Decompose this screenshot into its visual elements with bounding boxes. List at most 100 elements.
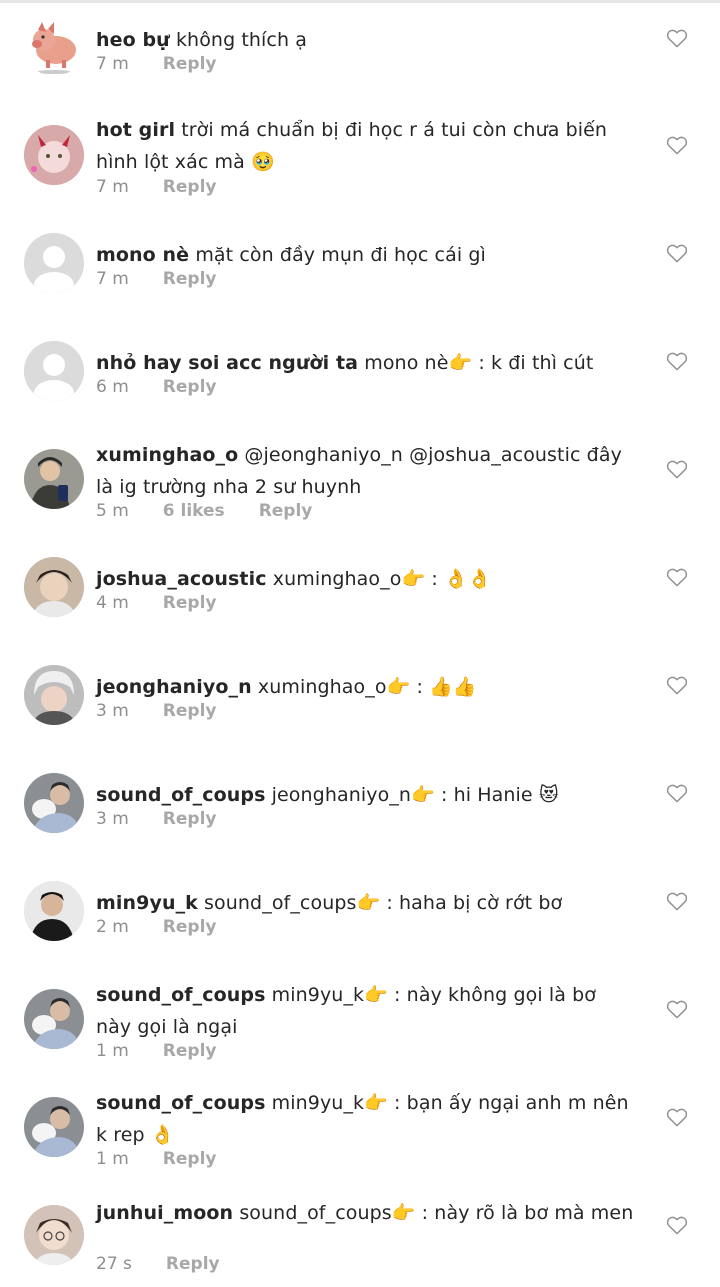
comment-meta: 4 m Reply bbox=[96, 593, 216, 613]
username-link[interactable]: junhui_moon bbox=[96, 1202, 233, 1224]
username-link[interactable]: sound_of_coups bbox=[96, 784, 266, 806]
avatar[interactable] bbox=[24, 773, 84, 833]
username-link[interactable]: joshua_acoustic bbox=[96, 568, 267, 590]
top-divider bbox=[0, 0, 720, 3]
avatar[interactable] bbox=[24, 557, 84, 617]
comment-meta: 6 m Reply bbox=[96, 377, 216, 397]
like-heart-icon[interactable] bbox=[666, 135, 688, 155]
like-heart-icon[interactable] bbox=[666, 1107, 688, 1127]
username-link[interactable]: jeonghaniyo_n bbox=[96, 676, 252, 698]
reply-button[interactable]: Reply bbox=[163, 377, 217, 397]
avatar[interactable] bbox=[24, 233, 84, 293]
comment-body: xuminghao_o👉 : 👌👌 bbox=[272, 568, 492, 590]
reply-button[interactable]: Reply bbox=[163, 1041, 217, 1061]
comment-meta: 27 s Reply bbox=[96, 1254, 220, 1274]
timestamp: 5 m bbox=[96, 501, 129, 521]
comment-text: heo bự không thích ạ bbox=[96, 24, 636, 56]
comment-meta: 5 m 6 likes Reply bbox=[96, 501, 312, 521]
comment-text: jeonghaniyo_n xuminghao_o👉 : 👍👍 bbox=[96, 671, 636, 703]
timestamp: 6 m bbox=[96, 377, 129, 397]
avatar[interactable] bbox=[24, 989, 84, 1049]
username-link[interactable]: hot girl bbox=[96, 119, 175, 141]
timestamp: 7 m bbox=[96, 177, 129, 197]
like-heart-icon[interactable] bbox=[666, 675, 688, 695]
like-heart-icon[interactable] bbox=[666, 28, 688, 48]
comment-text: min9yu_k sound_of_coups👉 : haha bị cờ rớ… bbox=[96, 887, 636, 919]
reply-button[interactable]: Reply bbox=[259, 501, 313, 521]
avatar[interactable] bbox=[24, 665, 84, 725]
comment-meta: 3 m Reply bbox=[96, 701, 216, 721]
comment-body: mono nè👉 : k đi thì cút bbox=[364, 352, 594, 374]
avatar[interactable] bbox=[24, 1205, 84, 1265]
username-link[interactable]: mono nè bbox=[96, 244, 189, 266]
like-heart-icon[interactable] bbox=[666, 999, 688, 1019]
timestamp: 7 m bbox=[96, 269, 129, 289]
username-link[interactable]: sound_of_coups bbox=[96, 984, 266, 1006]
comment-text: nhỏ hay soi acc người ta mono nè👉 : k đi… bbox=[96, 347, 636, 379]
comment-text: hot girl trời má chuẩn bị đi học r á tui… bbox=[96, 114, 636, 178]
reply-button[interactable]: Reply bbox=[163, 54, 217, 74]
timestamp: 3 m bbox=[96, 809, 129, 829]
reply-button[interactable]: Reply bbox=[163, 1149, 217, 1169]
like-heart-icon[interactable] bbox=[666, 567, 688, 587]
avatar[interactable] bbox=[24, 449, 84, 509]
comment-body: xuminghao_o👉 : 👍👍 bbox=[257, 676, 477, 698]
photo-avatar-icon bbox=[24, 773, 84, 833]
comment-body: jeonghaniyo_n👉 : hi Hanie 😻 bbox=[271, 784, 559, 806]
avatar[interactable] bbox=[24, 125, 84, 185]
reply-button[interactable]: Reply bbox=[166, 1254, 220, 1274]
username-link[interactable]: sound_of_coups bbox=[96, 1092, 266, 1114]
like-heart-icon[interactable] bbox=[666, 1215, 688, 1235]
comment-text: sound_of_coups min9yu_k👉 : bạn ấy ngại a… bbox=[96, 1087, 636, 1151]
comment-meta: 1 m Reply bbox=[96, 1041, 216, 1061]
comment-meta: 1 m Reply bbox=[96, 1149, 216, 1169]
reply-button[interactable]: Reply bbox=[163, 177, 217, 197]
username-link[interactable]: xuminghao_o bbox=[96, 444, 238, 466]
like-heart-icon[interactable] bbox=[666, 243, 688, 263]
comment-text: junhui_moon sound_of_coups👉 : này rõ là … bbox=[96, 1197, 636, 1229]
photo-avatar-icon bbox=[24, 557, 84, 617]
comment-body: sound_of_coups👉 : này rõ là bơ mà men bbox=[239, 1202, 634, 1224]
comment-meta: 2 m Reply bbox=[96, 917, 216, 937]
timestamp: 27 s bbox=[96, 1254, 132, 1274]
reply-button[interactable]: Reply bbox=[163, 917, 217, 937]
comment-body: không thích ạ bbox=[175, 29, 308, 51]
comment-meta: 3 m Reply bbox=[96, 809, 216, 829]
comment-text: joshua_acoustic xuminghao_o👉 : 👌👌 bbox=[96, 563, 636, 595]
timestamp: 1 m bbox=[96, 1149, 129, 1169]
girl-filter-avatar-icon bbox=[24, 125, 84, 185]
reply-button[interactable]: Reply bbox=[163, 809, 217, 829]
username-link[interactable]: nhỏ hay soi acc người ta bbox=[96, 352, 358, 374]
comment-text: mono nè mặt còn đầy mụn đi học cái gì bbox=[96, 239, 636, 271]
avatar[interactable] bbox=[24, 16, 84, 76]
default-avatar-icon bbox=[24, 341, 84, 401]
comment-text: sound_of_coups min9yu_k👉 : này không gọi… bbox=[96, 979, 636, 1043]
timestamp: 3 m bbox=[96, 701, 129, 721]
pleading-face-emoji: 🥹 bbox=[251, 151, 275, 173]
timestamp: 2 m bbox=[96, 917, 129, 937]
likes-count[interactable]: 6 likes bbox=[163, 501, 225, 521]
comment-text: xuminghao_o @jeonghaniyo_n @joshua_acous… bbox=[96, 439, 636, 503]
default-avatar-icon bbox=[24, 233, 84, 293]
reply-button[interactable]: Reply bbox=[163, 593, 217, 613]
photo-avatar-icon bbox=[24, 449, 84, 509]
comment-meta: 7 m Reply bbox=[96, 269, 216, 289]
avatar[interactable] bbox=[24, 341, 84, 401]
photo-avatar-icon bbox=[24, 1097, 84, 1157]
like-heart-icon[interactable] bbox=[666, 783, 688, 803]
reply-button[interactable]: Reply bbox=[163, 701, 217, 721]
photo-avatar-icon bbox=[24, 881, 84, 941]
comment-text: sound_of_coups jeonghaniyo_n👉 : hi Hanie… bbox=[96, 779, 636, 811]
username-link[interactable]: min9yu_k bbox=[96, 892, 198, 914]
pig-avatar-icon bbox=[24, 16, 84, 76]
avatar[interactable] bbox=[24, 881, 84, 941]
avatar[interactable] bbox=[24, 1097, 84, 1157]
photo-avatar-icon bbox=[24, 989, 84, 1049]
like-heart-icon[interactable] bbox=[666, 351, 688, 371]
like-heart-icon[interactable] bbox=[666, 459, 688, 479]
username-link[interactable]: heo bự bbox=[96, 29, 170, 51]
like-heart-icon[interactable] bbox=[666, 891, 688, 911]
reply-button[interactable]: Reply bbox=[163, 269, 217, 289]
photo-avatar-icon bbox=[24, 1205, 84, 1265]
timestamp: 4 m bbox=[96, 593, 129, 613]
